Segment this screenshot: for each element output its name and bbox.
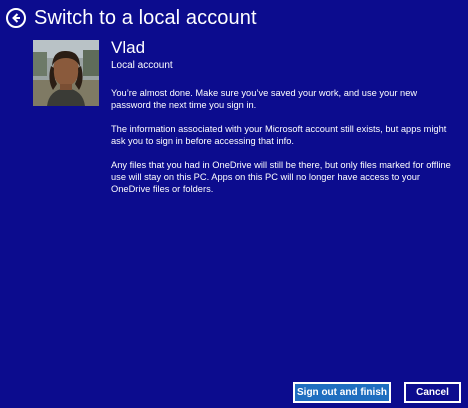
info-paragraph-microsoft-account: The information associated with your Mic… [111, 124, 447, 146]
page-title: Switch to a local account [34, 6, 257, 29]
info-paragraph-onedrive: Any files that you had in OneDrive will … [111, 160, 451, 194]
avatar [33, 40, 99, 106]
user-photo [33, 40, 99, 106]
sign-out-and-finish-button[interactable]: Sign out and finish [293, 382, 391, 403]
header: Switch to a local account [6, 4, 257, 32]
arrow-left-circle-icon [12, 13, 20, 23]
cancel-button[interactable]: Cancel [404, 382, 461, 403]
account-type-label: Local account [111, 60, 173, 71]
content: Vlad Local account You’re almost done. M… [111, 38, 461, 195]
info-paragraph-saved-work: You’re almost done. Make sure you’ve sav… [111, 88, 418, 110]
user-name: Vlad [111, 38, 146, 57]
back-button[interactable] [6, 8, 26, 28]
